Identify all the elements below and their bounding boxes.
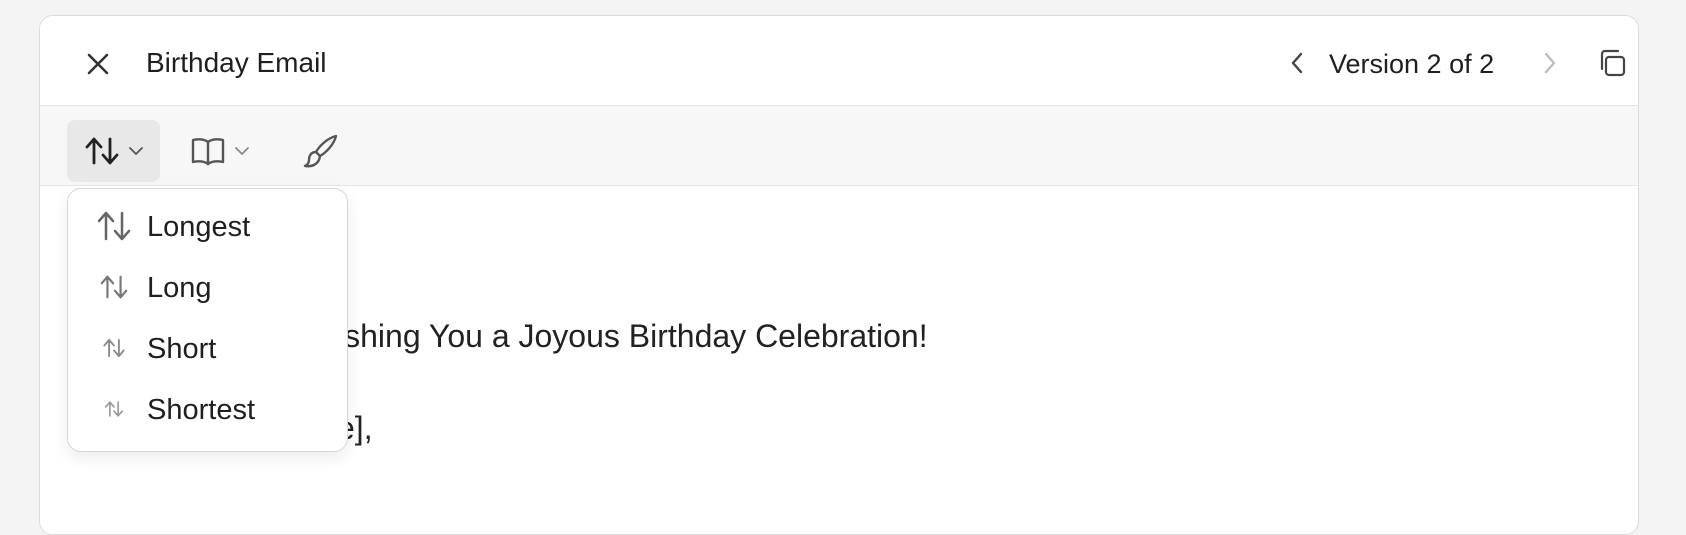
menu-item-label: Longest	[147, 211, 251, 243]
reading-level-dropdown-button[interactable]	[180, 120, 260, 182]
polish-button[interactable]	[293, 120, 349, 182]
book-icon	[191, 138, 225, 166]
close-button[interactable]	[78, 44, 118, 84]
toolbar	[40, 106, 1638, 186]
close-icon	[87, 53, 109, 75]
sort-arrows-icon	[94, 269, 134, 305]
version-indicator: Version 2 of 2	[1329, 49, 1495, 79]
previous-version-button[interactable]	[1280, 46, 1314, 80]
length-option-shortest[interactable]: Shortest	[68, 381, 347, 437]
menu-item-label: Short	[147, 333, 217, 365]
length-option-long[interactable]: Long	[68, 259, 347, 315]
sort-arrows-icon	[94, 391, 134, 427]
brush-icon	[303, 134, 338, 168]
header-bar: Birthday Email Version 2 of 2	[40, 16, 1638, 106]
email-subject-line: ishing You a Joyous Birthday Celebration…	[337, 318, 928, 354]
length-option-short[interactable]: Short	[68, 320, 347, 376]
chevron-left-icon	[1291, 52, 1303, 74]
length-menu: Longest Long Short Shortest	[67, 188, 348, 452]
document-title: Birthday Email	[146, 47, 327, 78]
sort-arrows-icon	[85, 137, 118, 165]
menu-item-label: Shortest	[147, 394, 255, 426]
length-option-longest[interactable]: Longest	[68, 198, 347, 254]
chevron-right-icon	[1544, 52, 1556, 74]
copy-icon	[1600, 49, 1626, 77]
chevron-down-icon	[128, 147, 143, 155]
sort-arrows-icon	[94, 208, 134, 244]
next-version-button[interactable]	[1533, 46, 1567, 80]
chevron-down-icon	[235, 147, 249, 155]
menu-item-label: Long	[147, 272, 212, 304]
sort-arrows-icon	[94, 330, 134, 366]
length-dropdown-button[interactable]	[67, 120, 160, 182]
copy-button[interactable]	[1592, 43, 1632, 83]
